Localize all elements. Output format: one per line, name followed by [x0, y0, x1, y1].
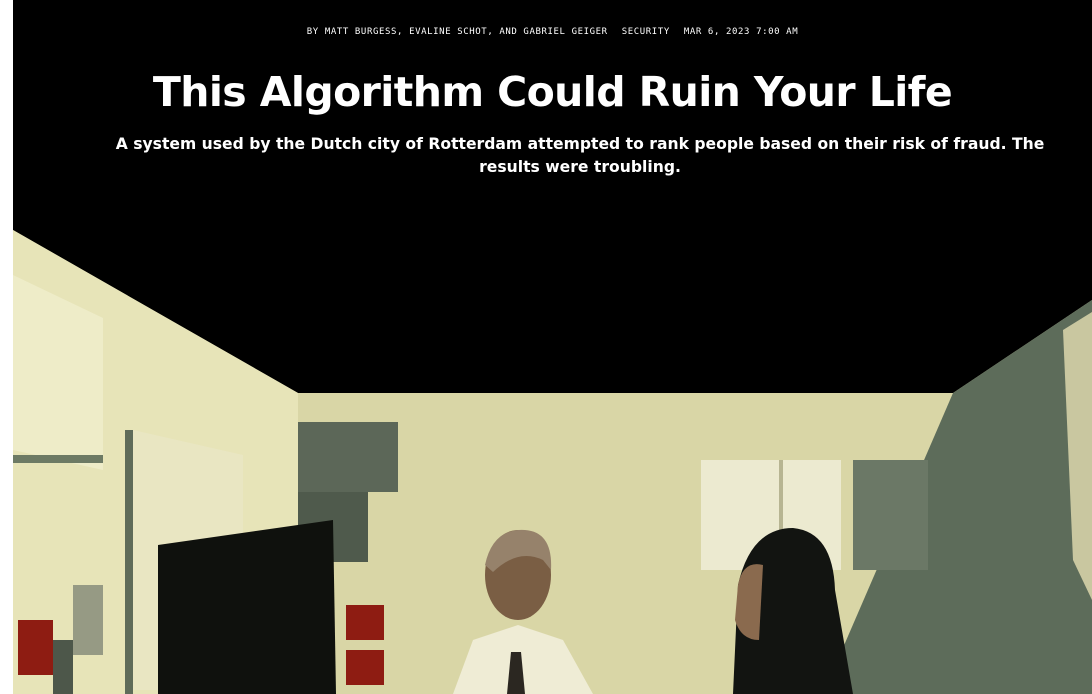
rubric-link[interactable]: SECURITY	[622, 27, 670, 37]
article-page: BY MATT BURGESS, EVALINE SCHOT, AND GABR…	[0, 0, 1092, 694]
left-dark-strip	[53, 640, 73, 694]
wall-red-square-2	[346, 650, 384, 685]
left-wall-stripe	[13, 455, 103, 463]
byline-authors[interactable]: BY MATT BURGESS, EVALINE SCHOT, AND GABR…	[307, 27, 608, 37]
wall-window-right	[853, 460, 928, 570]
left-red-square	[18, 620, 53, 675]
publish-date: MAR 6, 2023 7:00 AM	[683, 27, 799, 37]
article-headline: This Algorithm Could Ruin Your Life	[152, 68, 953, 116]
wall-red-square-1	[346, 605, 384, 640]
left-wall-bar	[125, 430, 133, 694]
byline: BY MATT BURGESS, EVALINE SCHOT, AND GABR…	[13, 27, 1092, 37]
article-dek: A system used by the Dutch city of Rotte…	[115, 135, 1045, 176]
left-grey-block	[73, 585, 103, 655]
wall-dark-panel	[298, 422, 398, 492]
dark-panel	[158, 520, 336, 694]
article-hero: BY MATT BURGESS, EVALINE SCHOT, AND GABR…	[13, 0, 1092, 694]
